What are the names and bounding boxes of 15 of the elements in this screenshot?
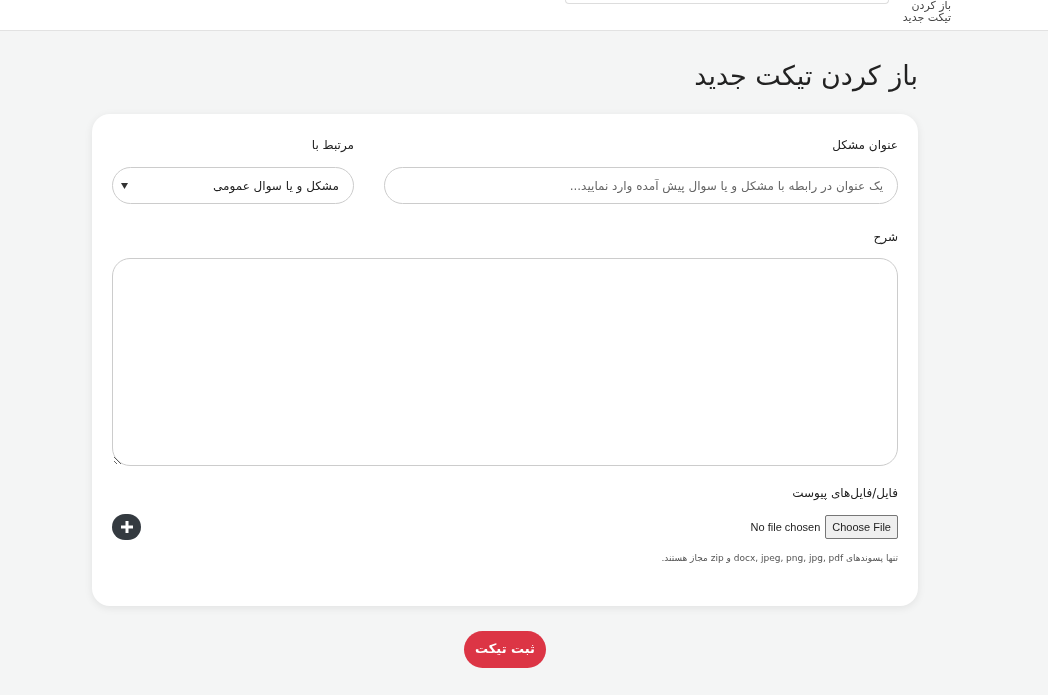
field-label: فایل/فایل‌های پیوست — [791, 485, 898, 502]
plus-icon — [120, 521, 133, 533]
breadcrumb[interactable]: باز کردن تیکت جدید — [889, 0, 951, 24]
choose-file-button[interactable]: Choose File — [825, 514, 898, 540]
file-status: No file chosen — [750, 519, 821, 535]
add-file-button[interactable] — [112, 514, 141, 540]
dropdown-arrow-icon — [121, 182, 128, 189]
file-hint: تنها پسوندهای docx, jpeg, png, jpg, pdf و zip مجاز هستند. — [660, 552, 898, 565]
page-title: باز کردن تیکت جدید — [693, 59, 918, 94]
subject-input[interactable]: یک عنوان در رابطه با مشکل و یا سوال پیش آمده وارد نمایید... — [384, 167, 898, 204]
submit-button[interactable]: ثبت تیکت — [464, 630, 546, 668]
field-label: مرتبط با — [310, 137, 354, 154]
description-textarea[interactable] — [112, 258, 898, 466]
field-label: عنوان مشکل — [831, 137, 898, 154]
field-label: شرح — [872, 229, 898, 246]
